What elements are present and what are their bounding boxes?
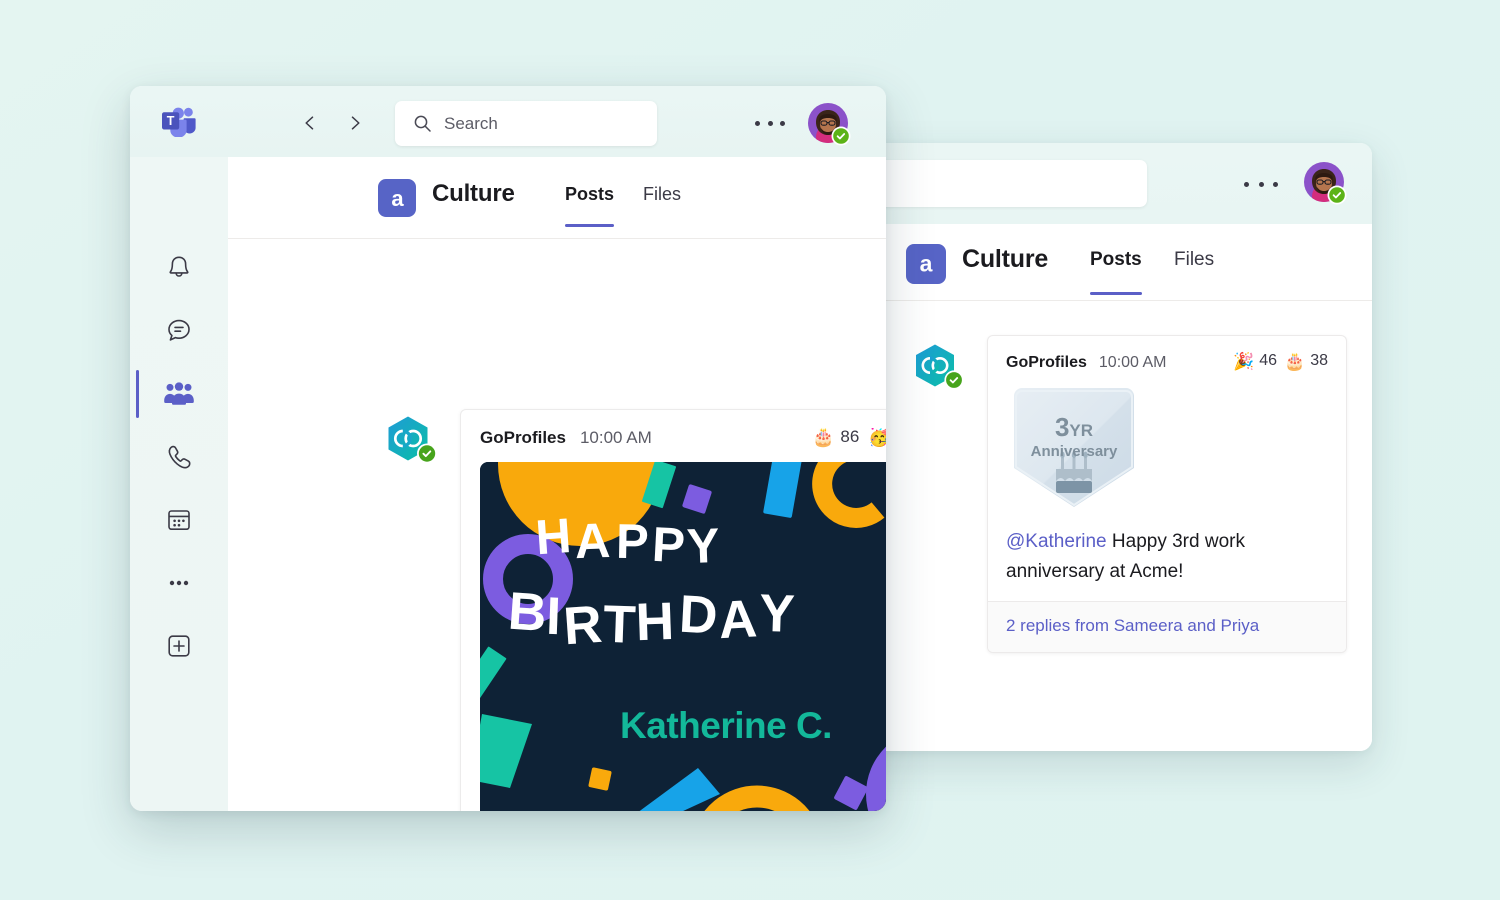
reaction-count: 38 <box>1310 352 1328 369</box>
dot <box>1273 181 1278 187</box>
svg-text:A: A <box>717 589 757 650</box>
channel-header: a Culture Posts Files <box>228 157 886 239</box>
app-rail <box>130 157 228 811</box>
teams-window-primary: T Search a Culture Posts Files GoProfile… <box>130 86 886 811</box>
reaction-party-face[interactable]: 🥳 54 <box>868 427 886 447</box>
dot <box>755 120 760 126</box>
reaction-party-popper[interactable]: 🎉 46 <box>1233 352 1277 370</box>
dot <box>1258 181 1264 187</box>
svg-text:I: I <box>545 587 561 646</box>
party-popper-emoji-icon: 🎉 <box>1233 351 1255 371</box>
post-time: 10:00 AM <box>579 428 652 447</box>
culture-app-icon-secondary: a <box>906 244 946 284</box>
replies-link-secondary[interactable]: 2 replies from Sameera and Priya <box>988 601 1346 653</box>
post-author: GoProfiles <box>480 428 566 447</box>
svg-text:T: T <box>167 114 175 128</box>
svg-text:T: T <box>602 595 636 655</box>
back-button[interactable] <box>295 108 325 138</box>
mention-katherine[interactable]: @Katherine <box>1006 531 1107 552</box>
post-body-secondary: GoProfiles 10:00 AM 🎉 46 🎂 38 3YR Annive… <box>988 336 1346 601</box>
search-icon <box>414 115 431 132</box>
svg-text:Y: Y <box>758 584 795 644</box>
sidebar-item-activity[interactable] <box>130 242 228 294</box>
post-card-secondary: GoProfiles 10:00 AM 🎉 46 🎂 38 3YR Annive… <box>987 335 1347 654</box>
reaction-count: 46 <box>1259 352 1278 369</box>
user-avatar[interactable] <box>808 103 852 147</box>
forward-button[interactable] <box>340 108 370 138</box>
birthday-cake-emoji-icon: 🎂 <box>811 427 835 447</box>
plus-square-icon <box>168 635 190 657</box>
post-message-secondary: @Katherine Happy 3rd work anniversary at… <box>1006 527 1328 588</box>
more-options-button[interactable] <box>755 115 785 131</box>
reaction-birthday-cake[interactable]: 🎂 38 <box>1284 352 1328 370</box>
svg-text:a: a <box>391 185 404 210</box>
svg-text:a: a <box>920 251 933 277</box>
sidebar-item-more[interactable] <box>130 557 228 609</box>
sidebar-item-add-app[interactable] <box>130 620 228 672</box>
party-face-emoji-icon: 🥳 <box>868 428 886 446</box>
badge-years: 3YR <box>1006 412 1142 443</box>
bell-icon <box>169 256 189 277</box>
badge-year-number: 3 <box>1054 411 1070 442</box>
reaction-count: 86 <box>840 427 860 446</box>
badge-label: Anniversary <box>1030 442 1118 460</box>
sidebar-item-teams[interactable] <box>130 368 228 420</box>
svg-text:H: H <box>534 509 572 565</box>
tab-files[interactable]: Files <box>643 184 681 205</box>
svg-text:H: H <box>635 592 674 652</box>
post-area: GoProfiles 10:00 AM 🎂 86 🥳 54 <box>228 238 886 811</box>
phone-icon <box>168 445 191 469</box>
post-meta: GoProfiles 10:00 AM 🎂 86 🥳 54 <box>480 427 886 448</box>
sidebar-item-calls[interactable] <box>130 431 228 483</box>
primary-main-panel: a Culture Posts Files GoProfiles 10:00 A… <box>228 157 886 811</box>
primary-titlebar: T Search <box>130 86 886 157</box>
post-time-secondary: 10:00 AM <box>1098 353 1167 371</box>
search-bar[interactable]: Search <box>395 101 657 146</box>
reaction-birthday-cake[interactable]: 🎂 86 <box>812 427 859 447</box>
svg-text:P: P <box>651 518 686 574</box>
dot <box>767 120 773 126</box>
reactions-secondary: 🎉 46 🎂 38 <box>1233 352 1328 370</box>
tab-posts-secondary[interactable]: Posts <box>1090 249 1142 295</box>
sidebar-item-chat[interactable] <box>130 305 228 357</box>
calendar-icon <box>168 510 190 531</box>
svg-text:Y: Y <box>686 519 720 574</box>
dot <box>780 120 785 126</box>
channel-title-secondary: Culture <box>962 245 1049 273</box>
tab-posts[interactable]: Posts <box>565 184 615 227</box>
post-meta-secondary: GoProfiles 10:00 AM 🎉 46 🎂 38 <box>1006 352 1328 372</box>
culture-app-icon: a <box>378 179 416 217</box>
goprofiles-avatar-secondary <box>908 341 968 401</box>
svg-text:D: D <box>678 585 718 646</box>
sidebar-item-calendar[interactable] <box>130 494 228 546</box>
badge-year-unit: YR <box>1069 420 1094 440</box>
birthday-recipient-text: Katherine C. <box>620 705 832 746</box>
birthday-card-image: H A P P Y B I R T H D A Y Katherine C. <box>480 462 886 811</box>
search-placeholder: Search <box>444 113 498 133</box>
svg-text:R: R <box>562 595 604 657</box>
chevron-left-icon <box>305 116 314 130</box>
chat-icon <box>168 319 190 341</box>
anniversary-badge: 3YR Anniversary <box>1006 386 1142 511</box>
birthday-cake-emoji-icon: 🎂 <box>1284 351 1306 371</box>
tab-files-secondary[interactable]: Files <box>1174 249 1214 271</box>
microsoft-teams-logo-icon: T <box>162 107 196 137</box>
goprofiles-avatar <box>380 413 442 475</box>
reactions: 🎂 86 🥳 54 🎉 18 <box>812 427 886 447</box>
channel-title: Culture <box>432 180 515 207</box>
avatar-secondary[interactable] <box>1304 162 1348 206</box>
post-body: GoProfiles 10:00 AM 🎂 86 🥳 54 <box>461 410 886 811</box>
post-card: GoProfiles 10:00 AM 🎂 86 🥳 54 <box>460 409 886 811</box>
post-author-secondary: GoProfiles <box>1006 353 1087 371</box>
svg-text:A: A <box>574 514 611 569</box>
more-options-button-secondary[interactable] <box>1244 175 1278 193</box>
ellipsis-icon <box>169 580 189 586</box>
svg-text:P: P <box>616 515 649 570</box>
chevron-right-icon <box>351 116 360 130</box>
svg-text:B: B <box>506 582 547 643</box>
people-icon <box>164 382 194 405</box>
dot <box>1244 181 1249 187</box>
